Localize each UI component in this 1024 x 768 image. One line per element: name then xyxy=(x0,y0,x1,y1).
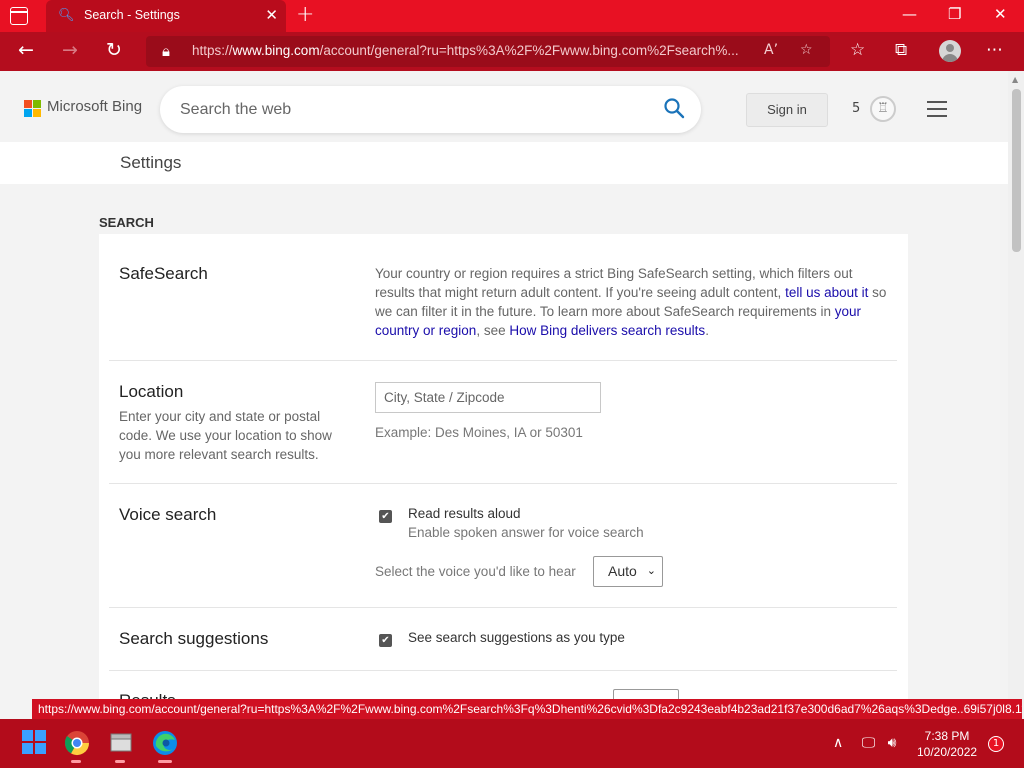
window-close-button[interactable]: ✕ xyxy=(994,5,1007,23)
rewards-trophy-icon[interactable]: ♖ xyxy=(870,96,896,122)
bing-header: Microsoft Bing Sign in 5 ♖ xyxy=(0,71,1008,142)
windows-start-icon[interactable] xyxy=(20,728,50,758)
clock-date: 10/20/2022 xyxy=(917,745,978,759)
chevron-up-icon[interactable]: ∧ xyxy=(833,735,843,751)
edge-icon[interactable] xyxy=(150,728,180,763)
location-row: Location Enter your city and state or po… xyxy=(109,361,897,484)
active-tab[interactable]: 🔍︎ Search - Settings ✕ xyxy=(46,0,286,32)
read-aloud-checkbox[interactable]: ✔ xyxy=(379,510,392,523)
voice-select-label: Select the voice you'd like to hear xyxy=(375,564,576,579)
browser-toolbar: ← → ↻ 🔒︎ https://www.bing.com/account/ge… xyxy=(0,32,1024,71)
app-package-icon[interactable] xyxy=(106,728,136,763)
network-icon[interactable]: 🖵︎ xyxy=(862,735,876,751)
settings-title: Settings xyxy=(120,153,182,172)
notification-badge[interactable]: 1 xyxy=(988,736,1004,752)
search-input[interactable] xyxy=(180,98,650,122)
safesearch-text: Your country or region requires a strict… xyxy=(375,266,887,338)
logo-square-green xyxy=(33,100,41,108)
sign-in-button[interactable]: Sign in xyxy=(746,93,828,127)
logo-square-blue xyxy=(24,109,32,117)
tab-actions-icon[interactable] xyxy=(10,7,28,25)
forward-button[interactable]: → xyxy=(62,39,78,61)
search-suggestions-checkbox[interactable]: ✔ xyxy=(379,634,392,647)
section-heading: SEARCH xyxy=(99,215,154,230)
address-bar[interactable]: 🔒︎ https://www.bing.com/account/general?… xyxy=(146,36,830,67)
chrome-icon[interactable] xyxy=(62,728,92,763)
clock[interactable]: 7:38 PM 10/20/2022 xyxy=(917,728,977,760)
more-menu-icon[interactable]: ⋯ xyxy=(986,40,1003,60)
search-suggestions-title: Search suggestions xyxy=(119,629,269,648)
logo-square-yellow xyxy=(33,109,41,117)
search-icon[interactable] xyxy=(663,97,685,119)
safesearch-title: SafeSearch xyxy=(119,264,208,283)
scrollbar-thumb[interactable] xyxy=(1012,89,1021,252)
status-url-preview: https://www.bing.com/account/general?ru=… xyxy=(32,699,1022,720)
read-aloud-label: Read results aloud xyxy=(408,506,521,521)
logo-square-red xyxy=(24,100,32,108)
search-favicon-icon: 🔍︎ xyxy=(58,8,75,23)
system-tray[interactable]: ∧ 🖵︎ 🔊︎ xyxy=(833,735,896,751)
hamburger-menu-icon[interactable] xyxy=(927,101,947,122)
clock-time: 7:38 PM xyxy=(924,729,970,743)
safesearch-row: SafeSearch Your country or region requir… xyxy=(109,234,897,361)
location-example: Example: Des Moines, IA or 50301 xyxy=(375,425,583,440)
favorites-icon[interactable]: ☆ xyxy=(850,40,865,60)
scroll-up-icon[interactable]: ▲ xyxy=(1012,75,1018,84)
new-tab-button[interactable]: + xyxy=(296,3,314,27)
settings-card: SafeSearch Your country or region requir… xyxy=(99,234,908,719)
add-favorite-icon[interactable]: ☆ xyxy=(800,42,813,58)
settings-header: Settings xyxy=(0,142,1008,184)
voice-search-row: Voice search ✔ Read results aloud Enable… xyxy=(109,484,897,608)
restore-button[interactable]: ❐ xyxy=(948,5,961,23)
refresh-button[interactable]: ↻ xyxy=(106,39,122,61)
browser-titlebar: 🔍︎ Search - Settings ✕ + — ❐ ✕ xyxy=(0,0,1024,32)
location-title: Location xyxy=(119,382,184,401)
volume-icon[interactable]: 🔊︎ xyxy=(888,735,897,751)
read-aloud-icon[interactable]: A’ xyxy=(764,42,778,58)
chevron-down-icon: ⌄ xyxy=(646,565,656,577)
tab-title: Search - Settings xyxy=(84,8,180,22)
location-input[interactable] xyxy=(375,382,601,413)
address-url[interactable]: https://www.bing.com/account/general?ru=… xyxy=(192,43,752,58)
profile-avatar[interactable] xyxy=(939,40,961,62)
how-bing-delivers-link[interactable]: How Bing delivers search results xyxy=(509,323,705,338)
minimize-button[interactable]: — xyxy=(902,5,917,23)
search-suggestions-row: Search suggestions ✔ See search suggesti… xyxy=(109,608,897,671)
page-scrollbar[interactable]: ▲ xyxy=(1008,71,1024,719)
tab-close-icon[interactable]: ✕ xyxy=(265,6,278,24)
taskbar: ∧ 🖵︎ 🔊︎ 7:38 PM 10/20/2022 1 xyxy=(0,719,1024,768)
voice-select-value: Auto xyxy=(608,563,637,579)
back-button[interactable]: ← xyxy=(18,39,34,61)
collections-icon[interactable]: ⧉ xyxy=(895,40,907,60)
voice-select[interactable]: Auto ⌄ xyxy=(593,556,663,587)
rewards-points[interactable]: 5 xyxy=(852,101,860,116)
voice-search-title: Voice search xyxy=(119,505,217,524)
lock-icon[interactable]: 🔒︎ xyxy=(162,42,170,60)
logo-text: Microsoft Bing xyxy=(47,98,143,115)
read-aloud-sublabel: Enable spoken answer for voice search xyxy=(408,525,644,540)
location-description: Enter your city and state or postal code… xyxy=(119,409,332,462)
page-viewport: Microsoft Bing Sign in 5 ♖ Settings SEAR… xyxy=(0,71,1008,719)
tell-us-link[interactable]: tell us about it xyxy=(785,285,868,300)
search-box[interactable] xyxy=(160,86,701,133)
search-suggestions-label: See search suggestions as you type xyxy=(408,630,625,645)
